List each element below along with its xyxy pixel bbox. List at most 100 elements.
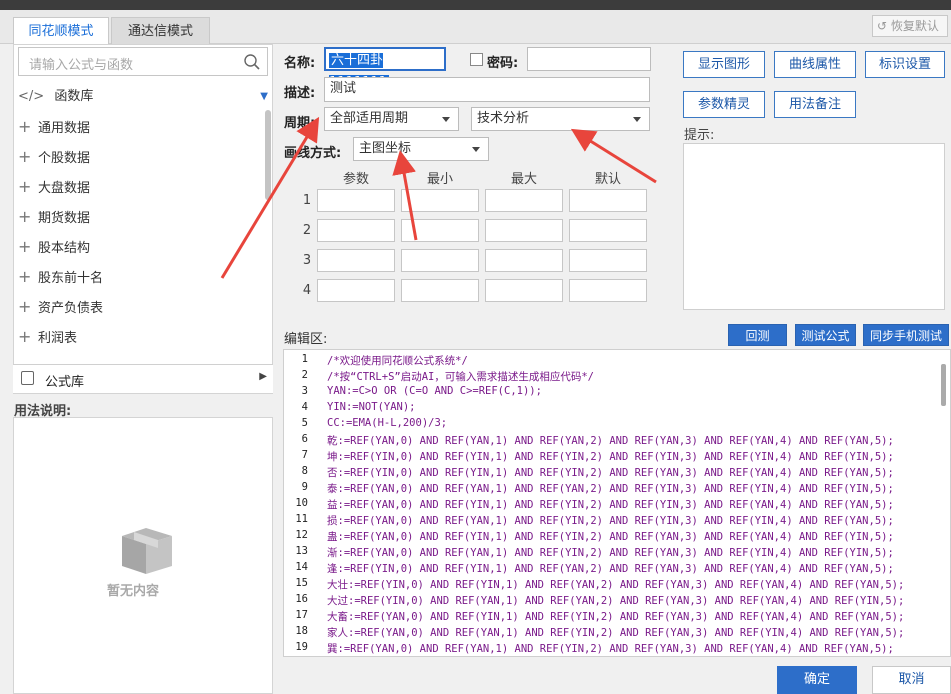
line-number: 4 [301,401,308,413]
param-cell-input[interactable] [317,189,395,212]
curve-properties-button[interactable]: 曲线属性 [774,51,856,78]
param-cell-input[interactable] [569,249,647,272]
description-field[interactable]: 测试 [324,77,650,102]
tab-ths-mode[interactable]: 同花顺模式 [13,17,109,44]
tree-item-label: 通用数据 [38,121,91,136]
param-cell-input[interactable] [569,219,647,242]
password-checkbox[interactable] [470,53,483,66]
param-wizard-button[interactable]: 参数精灵 [683,91,765,118]
tree-item[interactable]: + 股东前十名 [18,263,258,291]
tree-item-label: 股本结构 [38,241,91,256]
tree-item[interactable]: + 大盘数据 [18,173,258,201]
line-number: 7 [301,449,308,461]
param-cell-input[interactable] [317,249,395,272]
line-number: 15 [295,577,308,589]
function-library-header[interactable]: </> 函数库 ▼ [18,83,270,111]
hint-label: 提示: [684,128,715,143]
param-cell-input[interactable] [317,279,395,302]
tree-item-label: 个股数据 [38,151,91,166]
tree-scrollbar[interactable] [265,110,271,200]
editor-label: 编辑区: [284,332,328,347]
line-number: 1 [301,353,308,365]
plus-icon: + [18,207,32,226]
restore-default-label: 恢复默认 [890,19,939,33]
code-line: 逢:=REF(YIN,0) AND REF(YIN,1) AND REF(YAN… [327,563,894,575]
cancel-button[interactable]: 取消 [872,666,951,694]
tree-item-label: 股东前十名 [38,271,104,286]
formula-library-label: 公式库 [45,375,85,390]
param-cell-input[interactable] [401,189,479,212]
param-cell-input[interactable] [569,279,647,302]
plus-icon: + [18,327,32,346]
code-line: 泰:=REF(YAN,0) AND REF(YAN,1) AND REF(YAN… [327,483,894,495]
line-number: 9 [301,481,308,493]
description-label: 描述: [284,86,316,101]
test-formula-button[interactable]: 测试公式 [795,324,856,346]
code-line: YAN:=C>O OR (C=O AND C>=REF(C,1)); [327,385,542,397]
code-editor[interactable]: 1 /*欢迎使用同花顺公式系统*/ 2 /*按“CTRL+S”启动AI，可输入需求描述… [283,349,951,657]
line-number: 14 [295,561,308,573]
param-cell-input[interactable] [485,189,563,212]
sync-mobile-test-button[interactable]: 同步手机测试 [863,324,949,346]
plus-icon: + [18,147,32,166]
line-number: 5 [301,417,308,429]
code-line: 损:=REF(YAN,0) AND REF(YAN,1) AND REF(YIN… [327,515,894,527]
param-cell-input[interactable] [569,189,647,212]
search-icon[interactable] [243,53,261,71]
draw-mode-value: 主图坐标 [359,141,412,156]
search-placeholder: 请输入公式与函数 [29,58,134,73]
code-line: CC:=EMA(H-L,200)/3; [327,417,448,429]
category-value: 技术分析 [477,111,530,126]
tree-item[interactable]: + 个股数据 [18,143,258,171]
param-cell-input[interactable] [317,219,395,242]
function-library-label: 函数库 [54,89,94,104]
line-number: 2 [301,369,308,381]
line-number: 8 [301,465,308,477]
code-line: 否:=REF(YIN,0) AND REF(YIN,1) AND REF(YIN… [327,467,894,479]
tree-item[interactable]: + 股本结构 [18,233,258,261]
tab-tdx-mode[interactable]: 通达信模式 [111,17,210,44]
hint-box [683,143,945,310]
line-number: 18 [295,625,308,637]
category-dropdown[interactable]: 技术分析 [471,107,650,131]
period-label: 周期: [284,116,316,131]
period-dropdown[interactable]: 全部适用周期 [324,107,459,131]
plus-icon: + [18,177,32,196]
chevron-down-icon [442,117,450,122]
plus-icon: + [18,237,32,256]
search-input[interactable]: 请输入公式与函数 [18,47,268,76]
param-row-number: 3 [302,253,312,268]
tree-item[interactable]: + 通用数据 [18,113,258,141]
password-field[interactable] [527,47,651,71]
param-cell-input[interactable] [401,279,479,302]
code-icon: </> [18,89,45,104]
editor-scrollbar[interactable] [941,364,946,406]
ok-button[interactable]: 确定 [777,666,857,694]
line-number: 10 [295,497,308,509]
param-cell-input[interactable] [485,219,563,242]
line-number: 13 [295,545,308,557]
tree-item[interactable]: + 期货数据 [18,203,258,231]
code-line: 家人:=REF(YAN,0) AND REF(YAN,1) AND REF(YI… [327,627,905,639]
show-graph-button[interactable]: 显示图形 [683,51,765,78]
code-line: 蛊:=REF(YAN,0) AND REF(YIN,1) AND REF(YIN… [327,531,894,543]
param-cell-input[interactable] [485,279,563,302]
code-line: /*按“CTRL+S”启动AI，可输入需求描述生成相应代码*/ [327,371,595,383]
line-number: 12 [295,529,308,541]
tree-item[interactable]: + 资产负债表 [18,293,258,321]
param-header-default: 默认 [594,172,621,187]
empty-box-icon [122,528,172,574]
param-cell-input[interactable] [401,219,479,242]
backtest-button[interactable]: 回测 [728,324,787,346]
name-field[interactable]: 六十四卦1111111 [324,47,446,90]
formula-library-header[interactable]: 公式库 ▶ [13,364,273,393]
param-cell-input[interactable] [485,249,563,272]
param-cell-input[interactable] [401,249,479,272]
draw-mode-dropdown[interactable]: 主图坐标 [353,137,489,161]
restore-default-button[interactable]: ↺ 恢复默认 [872,15,948,37]
tree-item[interactable]: + 利润表 [18,323,258,351]
usage-note-button[interactable]: 用法备注 [774,91,856,118]
code-line: 巽:=REF(YAN,0) AND REF(YAN,1) AND REF(YIN… [327,643,894,655]
mark-settings-button[interactable]: 标识设置 [865,51,945,78]
password-label: 密码: [487,56,519,71]
